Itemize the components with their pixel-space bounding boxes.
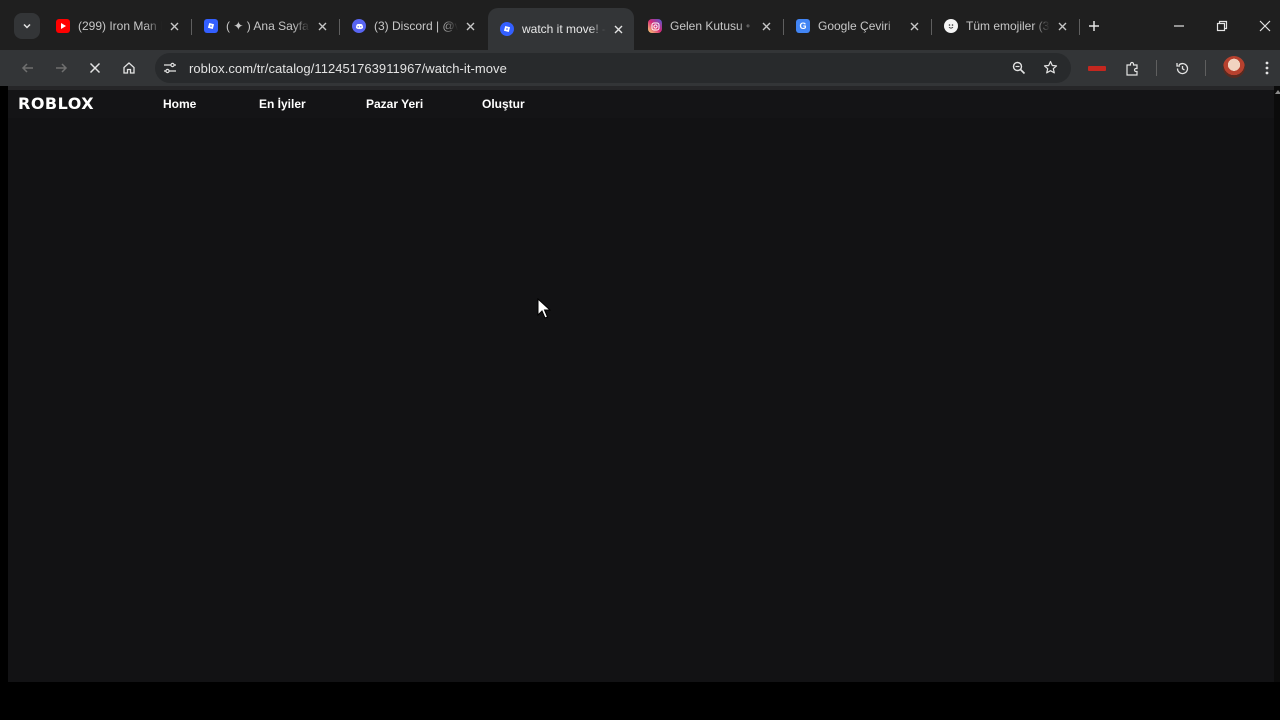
scroll-up-arrow-icon[interactable] bbox=[1275, 90, 1280, 94]
close-icon[interactable] bbox=[610, 21, 626, 37]
plus-icon bbox=[1089, 21, 1099, 31]
tab-title: Tüm emojiler (3 bbox=[966, 19, 1050, 33]
mouse-cursor-icon bbox=[537, 298, 551, 319]
tab-strip: (299) Iron Man I ( ✦ ) Ana Sayfa - (3) D… bbox=[0, 0, 1280, 50]
close-icon[interactable] bbox=[1054, 18, 1070, 34]
tab-title: Google Çeviri bbox=[818, 19, 891, 33]
close-icon[interactable] bbox=[166, 18, 182, 34]
roblox-header: ROBLOX Home En İyiler Pazar Yeri Oluştur bbox=[8, 90, 1274, 118]
tab-title: Gelen Kutusu • I bbox=[670, 19, 754, 33]
url-text[interactable]: roblox.com/tr/catalog/112451763911967/wa… bbox=[189, 61, 507, 76]
nav-olustur[interactable]: Oluştur bbox=[482, 97, 525, 111]
stop-loading-button[interactable] bbox=[82, 55, 108, 81]
instagram-icon bbox=[648, 19, 662, 33]
puzzle-icon bbox=[1125, 61, 1138, 76]
bookmark-star-icon[interactable] bbox=[1043, 60, 1058, 75]
tab-discord[interactable]: (3) Discord | @v bbox=[340, 10, 486, 42]
new-tab-button[interactable] bbox=[1084, 16, 1104, 36]
tab-title: watch it move! - bbox=[522, 22, 606, 36]
history-button[interactable] bbox=[1169, 55, 1195, 81]
more-vertical-icon bbox=[1265, 61, 1269, 75]
forward-button[interactable] bbox=[48, 55, 74, 81]
tab-emojis[interactable]: Tüm emojiler (3 bbox=[932, 10, 1078, 42]
close-icon bbox=[1259, 20, 1271, 32]
close-icon[interactable] bbox=[906, 18, 922, 34]
minimize-icon bbox=[1174, 25, 1184, 27]
google-translate-icon: G bbox=[796, 19, 810, 33]
scrollbar[interactable] bbox=[1274, 86, 1280, 682]
roblox-icon bbox=[500, 22, 514, 36]
tab-roblox-home[interactable]: ( ✦ ) Ana Sayfa - bbox=[192, 10, 338, 42]
browser-window: (299) Iron Man I ( ✦ ) Ana Sayfa - (3) D… bbox=[0, 0, 1280, 720]
site-settings-icon[interactable] bbox=[163, 61, 177, 75]
tab-google-translate[interactable]: G Google Çeviri bbox=[784, 10, 930, 42]
restore-icon bbox=[1216, 20, 1228, 32]
extensions-button[interactable] bbox=[1119, 55, 1145, 81]
minimize-button[interactable] bbox=[1167, 14, 1191, 38]
tab-title: ( ✦ ) Ana Sayfa - bbox=[226, 19, 310, 33]
tab-separator bbox=[1079, 19, 1080, 35]
tab-instagram[interactable]: Gelen Kutusu • I bbox=[636, 10, 782, 42]
close-icon[interactable] bbox=[758, 18, 774, 34]
home-icon bbox=[123, 62, 135, 74]
restore-button[interactable] bbox=[1210, 14, 1234, 38]
toolbar-separator bbox=[1156, 60, 1157, 76]
close-icon[interactable] bbox=[314, 18, 330, 34]
close-icon[interactable] bbox=[462, 18, 478, 34]
menu-button[interactable] bbox=[1254, 55, 1280, 81]
browser-toolbar: roblox.com/tr/catalog/112451763911967/wa… bbox=[0, 50, 1280, 86]
tab-title: (3) Discord | @v bbox=[374, 19, 458, 33]
address-bar[interactable]: roblox.com/tr/catalog/112451763911967/wa… bbox=[155, 53, 1071, 83]
emoji-icon bbox=[944, 19, 958, 33]
toolbar-separator bbox=[1205, 60, 1206, 76]
profile-avatar[interactable] bbox=[1223, 56, 1245, 78]
nav-home[interactable]: Home bbox=[163, 97, 196, 111]
arrow-right-icon bbox=[56, 63, 68, 73]
back-button[interactable] bbox=[15, 55, 41, 81]
nav-pazar-yeri[interactable]: Pazar Yeri bbox=[366, 97, 423, 111]
chevron-down-icon bbox=[23, 23, 31, 29]
roblox-icon bbox=[204, 19, 218, 33]
zoom-icon[interactable] bbox=[1012, 61, 1026, 75]
tab-youtube[interactable]: (299) Iron Man I bbox=[44, 10, 190, 42]
close-icon bbox=[89, 62, 101, 74]
roblox-logo[interactable]: ROBLOX bbox=[18, 94, 94, 113]
youtube-icon bbox=[56, 19, 70, 33]
history-icon bbox=[1175, 62, 1188, 74]
nav-en-iyiler[interactable]: En İyiler bbox=[259, 97, 306, 111]
discord-icon bbox=[352, 19, 366, 33]
web-page: ROBLOX Home En İyiler Pazar Yeri Oluştur bbox=[8, 86, 1274, 682]
close-window-button[interactable] bbox=[1253, 14, 1277, 38]
extension-icon[interactable] bbox=[1088, 66, 1106, 71]
tab-search-button[interactable] bbox=[14, 13, 40, 39]
home-button[interactable] bbox=[116, 55, 142, 81]
tab-title: (299) Iron Man I bbox=[78, 19, 162, 33]
tab-watch-it-move[interactable]: watch it move! - bbox=[488, 8, 634, 50]
arrow-left-icon bbox=[21, 63, 33, 73]
